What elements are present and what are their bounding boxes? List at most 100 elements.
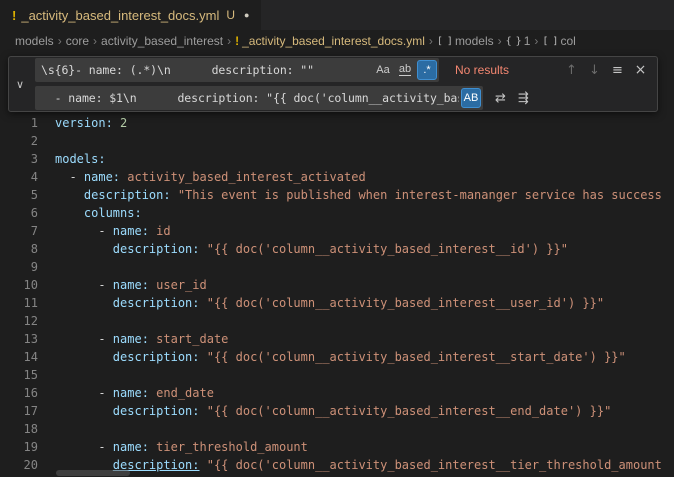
regex-icon: .*: [423, 64, 430, 76]
code-line[interactable]: 16 - name: end_date: [0, 384, 674, 402]
warning-icon: !: [235, 34, 239, 48]
code-line[interactable]: 4 - name: activity_based_interest_activa…: [0, 168, 674, 186]
breadcrumb-separator-icon: ›: [498, 34, 502, 48]
code-text: models:: [55, 150, 106, 168]
git-status-badge: U: [226, 8, 235, 22]
find-row: \s{6}- name: (.*)\n description: "" Aa a…: [35, 58, 651, 82]
code-text: description: "{{ doc('column__activity_b…: [55, 456, 662, 474]
line-number: 20: [0, 456, 38, 474]
replace-input[interactable]: - name: $1\n description: "{{ doc('colum…: [35, 86, 483, 110]
code-line[interactable]: 1 version: 2: [0, 114, 674, 132]
editor-tabs-bar: ! _activity_based_interest_docs.yml U ●: [0, 0, 674, 30]
match-case-icon: Aa: [376, 64, 389, 76]
replace-input-value[interactable]: - name: $1\n description: "{{ doc('colum…: [41, 91, 459, 105]
previous-match-button[interactable]: ↑: [561, 60, 582, 81]
tab-activity-based-interest-docs[interactable]: ! _activity_based_interest_docs.yml U ●: [0, 0, 261, 30]
line-number: 12: [0, 312, 38, 330]
line-number: 16: [0, 384, 38, 402]
code-text: - name: activity_based_interest_activate…: [55, 168, 366, 186]
breadcrumb-label: models: [455, 34, 494, 48]
code-text: - name: start_date: [55, 330, 228, 348]
code-line[interactable]: 5 description: "This event is published …: [0, 186, 674, 204]
code-line[interactable]: 12: [0, 312, 674, 330]
breadcrumb-item[interactable]: { }1: [506, 34, 531, 48]
match-case-toggle[interactable]: Aa: [373, 60, 393, 80]
close-find-widget-button[interactable]: ×: [630, 60, 651, 81]
object-symbol-icon: { }: [506, 36, 521, 47]
find-widget: ∨ \s{6}- name: (.*)\n description: "" Aa…: [8, 56, 658, 112]
vscode-window: ! _activity_based_interest_docs.yml U ● …: [0, 0, 674, 477]
warning-icon: !: [12, 8, 16, 23]
dirty-indicator-icon[interactable]: ●: [244, 10, 249, 20]
toggle-replace-chevron-icon[interactable]: ∨: [9, 57, 31, 111]
code-line[interactable]: 13 - name: start_date: [0, 330, 674, 348]
code-text: - name: user_id: [55, 276, 207, 294]
code-lines: 1version: 223models:4 - name: activity_b…: [0, 114, 674, 474]
code-line[interactable]: 8 description: "{{ doc('column__activity…: [0, 240, 674, 258]
breadcrumb-label: models: [15, 34, 54, 48]
find-in-selection-button[interactable]: ≡: [607, 60, 628, 81]
line-number: 7: [0, 222, 38, 240]
code-text: - name: end_date: [55, 384, 214, 402]
code-text: - name: tier_threshold_amount: [55, 438, 308, 456]
whole-word-icon: ab: [399, 64, 411, 76]
preserve-case-toggle[interactable]: AB: [461, 88, 481, 108]
code-text: - name: id: [55, 222, 171, 240]
breadcrumb-item[interactable]: models: [15, 34, 54, 48]
preserve-case-icon: AB: [464, 92, 479, 104]
line-number: 13: [0, 330, 38, 348]
code-text: description: "This event is published wh…: [55, 186, 662, 204]
code-line[interactable]: 7 - name: id: [0, 222, 674, 240]
breadcrumb-separator-icon: ›: [58, 34, 62, 48]
find-input-value[interactable]: \s{6}- name: (.*)\n description: "": [41, 63, 371, 77]
line-number: 15: [0, 366, 38, 384]
line-number: 9: [0, 258, 38, 276]
code-line[interactable]: 10 - name: user_id: [0, 276, 674, 294]
code-line[interactable]: 15: [0, 366, 674, 384]
next-match-button[interactable]: ↓: [584, 60, 605, 81]
code-text: description: "{{ doc('column__activity_b…: [55, 402, 611, 420]
code-line[interactable]: 14 description: "{{ doc('column__activit…: [0, 348, 674, 366]
replace-row: - name: $1\n description: "{{ doc('colum…: [35, 86, 651, 110]
line-number: 5: [0, 186, 38, 204]
code-text: description: "{{ doc('column__activity_b…: [55, 294, 604, 312]
code-text: description: "{{ doc('column__activity_b…: [55, 348, 626, 366]
horizontal-scrollbar-thumb[interactable]: [56, 470, 130, 476]
code-line[interactable]: 17 description: "{{ doc('column__activit…: [0, 402, 674, 420]
code-line[interactable]: 19 - name: tier_threshold_amount: [0, 438, 674, 456]
code-line[interactable]: 6 columns:: [0, 204, 674, 222]
breadcrumb-label: core: [66, 34, 89, 48]
find-widget-rows: \s{6}- name: (.*)\n description: "" Aa a…: [35, 58, 651, 110]
line-number: 1: [0, 114, 38, 132]
breadcrumb-item[interactable]: [ ]models: [437, 34, 494, 48]
breadcrumb-item[interactable]: !_activity_based_interest_docs.yml: [235, 34, 425, 48]
code-line[interactable]: 2: [0, 132, 674, 150]
tab-filename: _activity_based_interest_docs.yml: [21, 8, 219, 23]
array-symbol-icon: [ ]: [542, 36, 557, 47]
results-status: No results: [455, 63, 509, 77]
breadcrumb-label: 1: [524, 34, 531, 48]
breadcrumb-item[interactable]: [ ]col: [542, 34, 575, 48]
replace-all-button[interactable]: ⇶: [513, 88, 534, 109]
regex-toggle[interactable]: .*: [417, 60, 437, 80]
replace-button[interactable]: ⇄: [490, 88, 511, 109]
breadcrumb-label: activity_based_interest: [101, 34, 223, 48]
breadcrumb-separator-icon: ›: [227, 34, 231, 48]
code-line[interactable]: 11 description: "{{ doc('column__activit…: [0, 294, 674, 312]
line-number: 6: [0, 204, 38, 222]
line-number: 4: [0, 168, 38, 186]
whole-word-toggle[interactable]: ab: [395, 60, 415, 80]
breadcrumb: models › core › activity_based_interest › !_ac…: [0, 30, 674, 52]
code-line[interactable]: 3 models:: [0, 150, 674, 168]
line-number: 3: [0, 150, 38, 168]
line-number: 17: [0, 402, 38, 420]
editor[interactable]: 1version: 223models:4 - name: activity_b…: [0, 114, 674, 477]
code-text: version: 2: [55, 114, 127, 132]
breadcrumb-item[interactable]: activity_based_interest: [101, 34, 223, 48]
line-number: 10: [0, 276, 38, 294]
find-input[interactable]: \s{6}- name: (.*)\n description: "" Aa a…: [35, 58, 439, 82]
code-text: description: "{{ doc('column__activity_b…: [55, 240, 568, 258]
code-line[interactable]: 18: [0, 420, 674, 438]
breadcrumb-item[interactable]: core: [66, 34, 89, 48]
code-line[interactable]: 9: [0, 258, 674, 276]
